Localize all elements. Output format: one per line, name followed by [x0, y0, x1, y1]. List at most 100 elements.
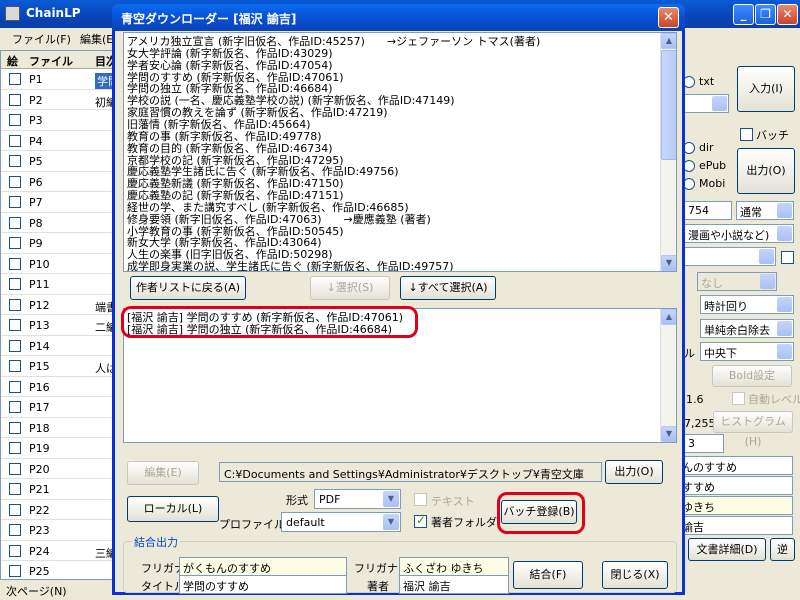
scroll-up-icon[interactable]: ▲ [661, 33, 676, 49]
main-close-button[interactable]: ✕ [777, 4, 798, 25]
row-checkbox[interactable] [9, 216, 21, 229]
title-field-bg[interactable]: んのすすめ [678, 456, 793, 475]
main-output-button[interactable]: 出力(O) [737, 148, 795, 194]
edit-button[interactable]: 編集(E) [127, 461, 199, 485]
grid-row[interactable]: P10 [1, 254, 121, 274]
next-page-button[interactable]: 次ページ(N) [6, 583, 67, 599]
menu-file[interactable]: ファイル(F) [12, 31, 71, 47]
histogram-button[interactable]: ヒストグラム(H) [713, 411, 793, 448]
row-checkbox[interactable] [9, 114, 21, 126]
profile-select[interactable]: default ▼ [281, 512, 401, 532]
select-all-button[interactable]: ↓すべて選択(A) [400, 276, 496, 300]
margin-select[interactable]: 単純余白除去 [700, 319, 794, 338]
book-list-scrollbar[interactable]: ▲ ▼ [660, 33, 676, 271]
row-checkbox[interactable] [9, 462, 21, 475]
join-button[interactable]: 結合(F) [513, 561, 583, 589]
row-checkbox[interactable] [9, 380, 21, 393]
text-checkbox[interactable] [414, 493, 427, 506]
reverse-button[interactable]: 逆 [770, 538, 795, 561]
row-checkbox[interactable] [9, 93, 21, 106]
grid-row[interactable]: P25 [1, 561, 121, 579]
author-folder-checkbox[interactable] [414, 513, 427, 528]
grid-row[interactable]: P17 [1, 397, 121, 418]
author-kana-bg[interactable]: ゆきち [678, 496, 793, 515]
local-button[interactable]: ローカル(L) [127, 496, 219, 522]
align-select[interactable]: 中央下 [700, 342, 794, 361]
row-checkbox[interactable] [9, 134, 21, 147]
close-button[interactable]: 閉じる(X) [602, 561, 668, 589]
grid-row[interactable]: P14 [1, 336, 121, 356]
book-list[interactable]: アメリカ独立宣言 (新字旧仮名、作品ID:45257) →ジェファーソン トマス… [123, 32, 677, 272]
grid-row[interactable]: P18 [1, 418, 121, 438]
format-select[interactable]: PDF ▼ [314, 489, 401, 509]
row-checkbox[interactable] [9, 483, 21, 495]
author-field[interactable]: 福沢 諭吉 [399, 575, 509, 594]
grid-row[interactable]: P9 [1, 233, 121, 254]
grid-header-file[interactable]: ファイル [29, 53, 73, 69]
document-details-button[interactable]: 文書詳細(D) [688, 538, 766, 561]
output-path-field[interactable]: C:¥Documents and Settings¥Administrator¥… [219, 462, 602, 482]
title-field-bg2[interactable]: すすめ [678, 476, 793, 495]
row-checkbox[interactable] [9, 298, 21, 311]
row-checkbox[interactable] [9, 360, 21, 372]
input-button[interactable]: 入力(I) [737, 66, 795, 112]
grid-row[interactable]: P7 [1, 192, 121, 213]
title-field[interactable]: 学問のすすめ [179, 575, 347, 594]
misc-checkbox[interactable] [781, 251, 794, 264]
author-field-bg[interactable]: 諭吉 [678, 516, 793, 535]
row-checkbox[interactable] [9, 339, 21, 352]
row-checkbox[interactable] [9, 319, 21, 331]
mode-select[interactable]: 通常 [736, 201, 794, 220]
scroll-down-icon[interactable]: ▼ [661, 255, 676, 271]
row-checkbox[interactable] [9, 196, 21, 208]
grid-header-image[interactable]: 絵 [7, 53, 18, 69]
grid-row[interactable]: P6 [1, 172, 121, 192]
grid-row[interactable]: P13 二編 [1, 315, 121, 336]
grid-row[interactable]: P1 学問 [1, 69, 121, 90]
back-to-author-list-button[interactable]: 作者リストに戻る(A) [130, 276, 246, 300]
auto-level-checkbox[interactable] [732, 392, 745, 405]
minimize-button[interactable]: _ [733, 4, 754, 25]
batch-checkbox[interactable] [740, 128, 753, 141]
grid-row[interactable]: P8 [1, 213, 121, 233]
row-checkbox[interactable] [9, 401, 21, 413]
misc-select[interactable] [684, 247, 776, 266]
scroll-down-icon[interactable]: ▼ [661, 426, 676, 442]
row-checkbox[interactable] [9, 442, 21, 454]
author-kana-field[interactable]: ふくざわ ゆきち [399, 557, 509, 576]
maximize-button[interactable]: ❐ [755, 4, 776, 25]
row-checkbox[interactable] [9, 278, 21, 290]
scroll-thumb[interactable] [661, 50, 676, 160]
row-checkbox[interactable] [9, 175, 21, 188]
grid-row[interactable]: P3 [1, 110, 121, 131]
grid-row[interactable]: P19 [1, 438, 121, 459]
grid-row[interactable]: P24 三編 [1, 541, 121, 561]
dialog-close-button[interactable]: ✕ [658, 7, 679, 28]
select-button[interactable]: ↓選択(S) [310, 276, 390, 300]
grid-row[interactable]: P22 [1, 500, 121, 520]
scroll-up-icon[interactable]: ▲ [661, 309, 676, 325]
row-checkbox[interactable] [9, 524, 21, 536]
row-checkbox[interactable] [9, 503, 21, 516]
grid-row[interactable]: P23 [1, 520, 121, 541]
grid-row[interactable]: P5 [1, 151, 121, 172]
num-3-field[interactable]: 3 [684, 434, 724, 453]
title-kana-field[interactable]: がくもんのすすめ [179, 557, 347, 576]
bold-settings-button[interactable]: Bold設定 [712, 365, 792, 387]
row-checkbox[interactable] [9, 421, 21, 434]
selected-list-scrollbar[interactable]: ▲ ▼ [660, 309, 676, 442]
book-list-item[interactable]: 成学即身実業の説、学生諸氏に告ぐ (新字新仮名、作品ID:49757) [127, 260, 454, 271]
row-checkbox[interactable] [9, 544, 21, 557]
row-checkbox[interactable] [9, 73, 21, 85]
grid-row[interactable]: P2 初編 [1, 90, 121, 110]
grid-row[interactable]: P4 [1, 131, 121, 151]
row-checkbox[interactable] [9, 237, 21, 249]
grid-row[interactable]: P21 [1, 479, 121, 500]
row-checkbox[interactable] [9, 257, 21, 270]
grid-row[interactable]: P20 [1, 459, 121, 479]
rotation-select[interactable]: 時計回り [700, 295, 794, 314]
type-select[interactable]: 漫画や小説など) [684, 224, 794, 243]
grid-row[interactable]: P16 [1, 377, 121, 397]
output-button[interactable]: 出力(O) [605, 460, 663, 484]
row-checkbox[interactable] [9, 565, 21, 577]
